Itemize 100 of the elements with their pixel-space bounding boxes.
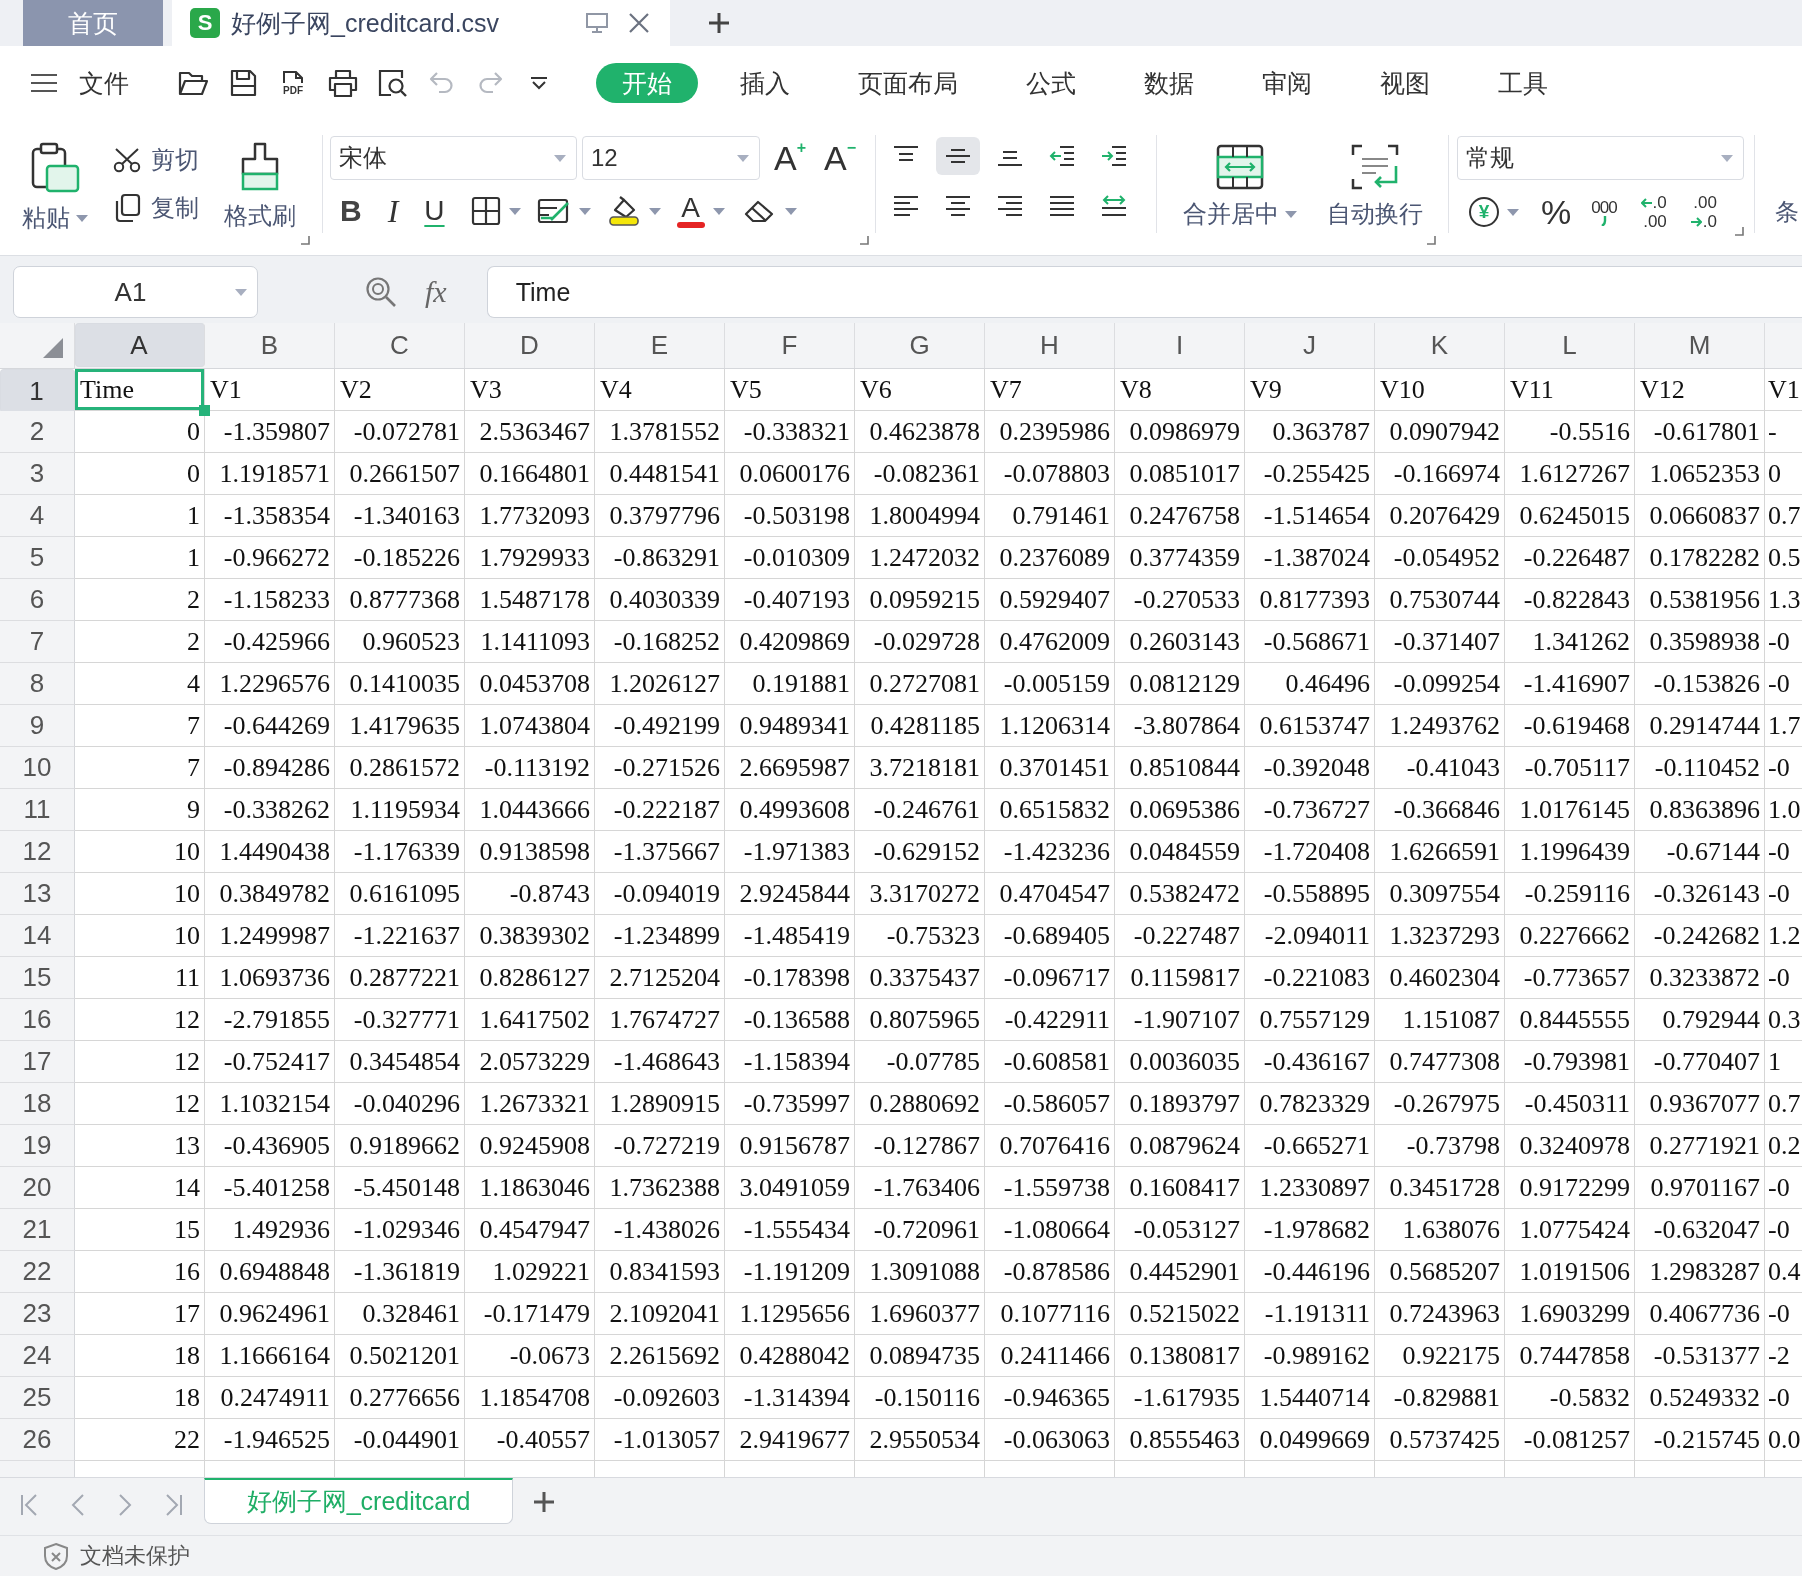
table-cell[interactable]: 12	[75, 1041, 205, 1083]
table-cell[interactable]: -1.617935	[1115, 1377, 1245, 1419]
table-cell[interactable]: 10	[75, 831, 205, 873]
table-cell[interactable]: -0.863291	[595, 537, 725, 579]
fill-handle-icon[interactable]	[199, 405, 210, 416]
table-cell[interactable]: -0.425966	[205, 621, 335, 663]
table-cell[interactable]: -0.705117	[1505, 747, 1635, 789]
table-cell[interactable]: 0.2776656	[335, 1377, 465, 1419]
table-cell[interactable]: -0.727219	[595, 1125, 725, 1167]
column-header[interactable]: C	[335, 323, 465, 368]
table-cell[interactable]: 0.2603143	[1115, 621, 1245, 663]
insert-function-button[interactable]: fx	[425, 273, 447, 311]
table-cell[interactable]: 0.0851017	[1115, 453, 1245, 495]
table-cell[interactable]: 1.2493762	[1375, 705, 1505, 747]
table-cell[interactable]: 1.2472032	[855, 537, 985, 579]
row-header[interactable]: 8	[0, 663, 75, 705]
table-cell[interactable]: 1.3237293	[1375, 915, 1505, 957]
table-cell[interactable]: 0.9156787	[725, 1125, 855, 1167]
row-header[interactable]: 10	[0, 747, 75, 789]
table-cell[interactable]: 0.7076416	[985, 1125, 1115, 1167]
table-cell[interactable]: 0.0499669	[1245, 1419, 1375, 1461]
table-cell[interactable]: 1.2	[1765, 915, 1802, 957]
table-cell[interactable]: 2.9245844	[725, 873, 855, 915]
table-cell[interactable]: -0.226487	[1505, 537, 1635, 579]
table-cell[interactable]: 1.151087	[1375, 999, 1505, 1041]
thousands-button[interactable]: 000	[1591, 198, 1617, 226]
align-button[interactable]	[936, 137, 980, 175]
column-header[interactable]: J	[1245, 323, 1375, 368]
table-cell[interactable]: -0.326143	[1635, 873, 1765, 915]
corner-icon[interactable]	[1735, 227, 1744, 236]
table-cell[interactable]: 2	[75, 579, 205, 621]
table-cell[interactable]: 0	[75, 411, 205, 453]
table-cell[interactable]: -0.617801	[1635, 411, 1765, 453]
table-cell[interactable]: 0.0986979	[1115, 411, 1245, 453]
table-cell[interactable]: 0.4704547	[985, 873, 1115, 915]
table-cell[interactable]: -0.327771	[335, 999, 465, 1041]
table-cell[interactable]: -0.063063	[985, 1419, 1115, 1461]
table-cell[interactable]: -0.168252	[595, 621, 725, 663]
table-cell[interactable]: 12	[75, 999, 205, 1041]
table-cell[interactable]: -0.044901	[335, 1419, 465, 1461]
table-cell[interactable]: 4	[75, 663, 205, 705]
table-cell[interactable]: -0.07785	[855, 1041, 985, 1083]
table-cell[interactable]: -0.099254	[1375, 663, 1505, 705]
table-cell[interactable]: -0.270533	[1115, 579, 1245, 621]
table-cell[interactable]: 0.4993608	[725, 789, 855, 831]
table-cell[interactable]: -0.558895	[1245, 873, 1375, 915]
shrink-font-button[interactable]: A−	[824, 140, 860, 176]
row-header[interactable]: 18	[0, 1083, 75, 1125]
table-cell[interactable]: 0.2914744	[1635, 705, 1765, 747]
table-cell[interactable]: 0.4481541	[595, 453, 725, 495]
table-cell[interactable]: -0.005159	[985, 663, 1115, 705]
row-header[interactable]: 25	[0, 1377, 75, 1419]
table-cell[interactable]: 1.6960377	[855, 1293, 985, 1335]
table-cell[interactable]: -0.5516	[1505, 411, 1635, 453]
table-cell[interactable]: 7	[75, 747, 205, 789]
table-cell[interactable]: -0.094019	[595, 873, 725, 915]
table-cell[interactable]: -0.215745	[1635, 1419, 1765, 1461]
table-cell[interactable]: V6	[855, 369, 985, 411]
table-cell[interactable]: 0.4602304	[1375, 957, 1505, 999]
table-cell[interactable]: 1.0443666	[465, 789, 595, 831]
table-cell[interactable]: -0.8743	[465, 873, 595, 915]
folder-icon[interactable]	[178, 70, 208, 96]
table-cell[interactable]: 0.7557129	[1245, 999, 1375, 1041]
table-cell[interactable]: 0.5249332	[1635, 1377, 1765, 1419]
table-cell[interactable]: 1.6903299	[1505, 1293, 1635, 1335]
table-cell[interactable]: -0.770407	[1635, 1041, 1765, 1083]
ribbon-tab[interactable]: 审阅	[1236, 63, 1338, 103]
column-header[interactable]: G	[855, 323, 985, 368]
table-cell[interactable]: 1.0191506	[1505, 1251, 1635, 1293]
table-cell[interactable]: -1.946525	[205, 1419, 335, 1461]
table-cell[interactable]: 0.0894735	[855, 1335, 985, 1377]
table-cell[interactable]: -5.401258	[205, 1167, 335, 1209]
table-cell[interactable]: 1.6417502	[465, 999, 595, 1041]
table-cell[interactable]: 0.3849782	[205, 873, 335, 915]
table-cell[interactable]: -1.158233	[205, 579, 335, 621]
table-cell[interactable]: -0.010309	[725, 537, 855, 579]
table-cell[interactable]: 0.0600176	[725, 453, 855, 495]
table-cell[interactable]: -1.559738	[985, 1167, 1115, 1209]
table-cell[interactable]: V10	[1375, 369, 1505, 411]
table-cell[interactable]: 0.191881	[725, 663, 855, 705]
table-cell[interactable]: 0.1664801	[465, 453, 595, 495]
table-cell[interactable]: -0.227487	[1115, 915, 1245, 957]
table-cell[interactable]: 0.3451728	[1375, 1167, 1505, 1209]
table-cell[interactable]: 0.363787	[1245, 411, 1375, 453]
table-cell[interactable]: -1.191209	[725, 1251, 855, 1293]
table-cell[interactable]: -0.531377	[1635, 1335, 1765, 1377]
number-format-select[interactable]: 常规	[1457, 136, 1744, 180]
ribbon-tab[interactable]: 页面布局	[832, 63, 984, 103]
plus-icon[interactable]	[708, 12, 730, 34]
table-cell[interactable]: 0.2877221	[335, 957, 465, 999]
table-cell[interactable]: 0.0	[1765, 1419, 1802, 1461]
table-cell[interactable]: 0.1380817	[1115, 1335, 1245, 1377]
table-cell[interactable]: -0.371407	[1375, 621, 1505, 663]
table-cell[interactable]: -0.632047	[1635, 1209, 1765, 1251]
copy-button[interactable]: 复制	[113, 193, 199, 223]
percent-button[interactable]: %	[1541, 192, 1572, 232]
table-cell[interactable]: -0.665271	[1245, 1125, 1375, 1167]
table-cell[interactable]: 0.5685207	[1375, 1251, 1505, 1293]
table-cell[interactable]: V5	[725, 369, 855, 411]
table-cell[interactable]: 0.5929407	[985, 579, 1115, 621]
